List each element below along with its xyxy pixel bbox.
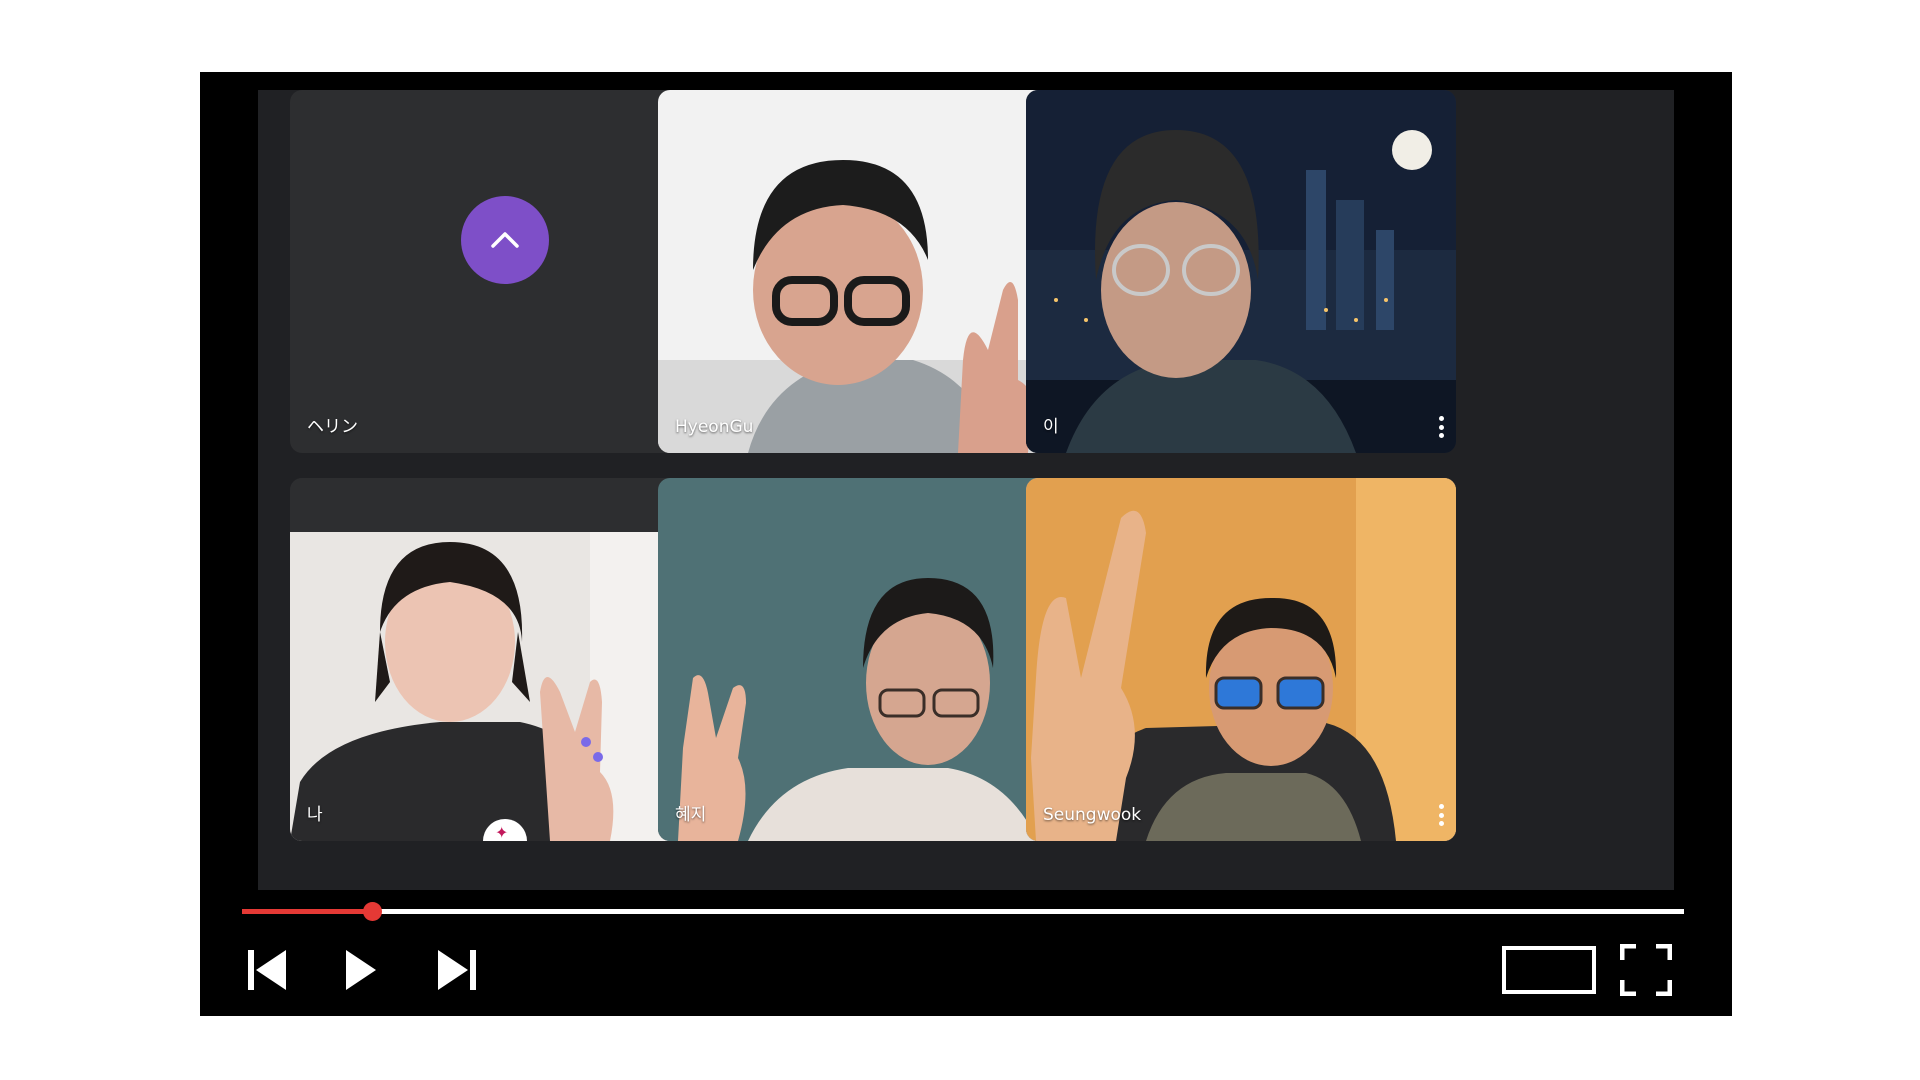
participant-video (1026, 478, 1456, 841)
participant-tile-self[interactable]: ✦ 나 (290, 478, 720, 841)
progress-knob[interactable] (362, 902, 382, 921)
participant-name: 나 (307, 805, 323, 825)
participant-avatar (461, 196, 549, 284)
play-icon[interactable] (344, 948, 378, 992)
participant-tile-hyeji[interactable]: 혜지 (658, 478, 1088, 841)
player-controls (200, 890, 1732, 1016)
more-options-icon[interactable] (1438, 416, 1444, 438)
participant-video (1026, 90, 1456, 453)
meeting-grid: ヘリン HyeonGu 이 ✦ 나 혜지 Seungwook (258, 90, 1674, 890)
fullscreen-icon[interactable] (1620, 944, 1672, 996)
participant-tile-lee[interactable]: 이 (1026, 90, 1456, 453)
participant-name: ヘリン (307, 417, 358, 437)
participant-video (290, 532, 720, 841)
chevron-up-icon (491, 232, 519, 248)
video-player: ヘリン HyeonGu 이 ✦ 나 혜지 Seungwook (200, 72, 1732, 1016)
participant-name: Seungwook (1043, 805, 1142, 825)
participant-tile-seungwook[interactable]: Seungwook (1026, 478, 1456, 841)
participant-tile-herin[interactable]: ヘリン (290, 90, 720, 453)
progress-bar[interactable] (242, 902, 1684, 921)
participant-tile-hyeongu[interactable]: HyeonGu (658, 90, 1088, 453)
next-icon[interactable] (436, 948, 476, 992)
more-options-icon[interactable] (1438, 804, 1444, 826)
tile-header (290, 478, 720, 532)
participant-name: HyeonGu (675, 417, 754, 437)
previous-icon[interactable] (248, 948, 288, 992)
participant-video (658, 90, 1088, 453)
progress-fill (242, 909, 372, 914)
participant-name: 혜지 (675, 805, 707, 825)
theater-mode-icon[interactable] (1502, 946, 1596, 994)
participant-video (658, 478, 1088, 841)
participant-name: 이 (1043, 417, 1059, 437)
